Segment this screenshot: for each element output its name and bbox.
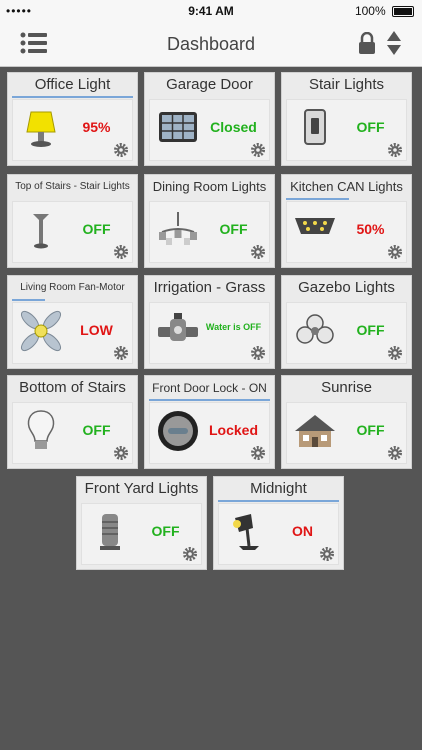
- tile-status: ON: [292, 523, 313, 539]
- tile-body: OFF: [149, 201, 270, 263]
- battery-icon: [392, 6, 414, 18]
- tile-status: OFF: [356, 422, 385, 438]
- tile-underline: [218, 500, 339, 502]
- tile-status: OFF: [82, 422, 111, 438]
- tile-front-door-lock[interactable]: Front Door Lock - ON Locked: [144, 375, 275, 469]
- tile-title: Dining Room Lights: [152, 179, 267, 194]
- tile-title: Bottom of Stairs: [19, 379, 126, 396]
- gear-icon[interactable]: [387, 142, 403, 158]
- gear-icon[interactable]: [113, 142, 129, 158]
- fan-icon: [20, 310, 62, 352]
- gear-icon[interactable]: [319, 546, 335, 562]
- sprinkler-valve-icon: [158, 313, 198, 341]
- tile-underline: [286, 198, 349, 200]
- door-lock-icon: [158, 411, 198, 451]
- garage-door-icon: [159, 112, 197, 142]
- gear-icon[interactable]: [387, 244, 403, 260]
- tile-body: OFF: [286, 302, 407, 364]
- tile-title: Garage Door: [166, 76, 253, 93]
- gear-icon[interactable]: [387, 345, 403, 361]
- gear-icon[interactable]: [113, 445, 129, 461]
- tile-title: Office Light: [34, 76, 111, 93]
- gear-icon[interactable]: [182, 546, 198, 562]
- tile-status: OFF: [219, 221, 248, 237]
- tile-body: 50%: [286, 201, 407, 263]
- status-bar: ••••• 9:41 AM 100%: [0, 0, 422, 22]
- post-light-icon: [100, 514, 120, 550]
- tile-sunrise[interactable]: Sunrise OFF: [281, 375, 412, 469]
- tile-midnight[interactable]: Midnight ON: [213, 476, 344, 570]
- tile-title: Stair Lights: [308, 76, 385, 93]
- tile-title: Kitchen CAN Lights: [290, 179, 403, 194]
- tile-title: Sunrise: [321, 379, 372, 396]
- gear-icon[interactable]: [113, 345, 129, 361]
- tile-bottom-of-stairs[interactable]: Bottom of Stairs OFF: [7, 375, 138, 469]
- gear-icon[interactable]: [387, 445, 403, 461]
- tile-underline: [12, 96, 133, 98]
- tile-body: 95%: [12, 99, 133, 161]
- tile-body: ON: [218, 503, 339, 565]
- lock-icon[interactable]: [358, 32, 376, 54]
- tile-body: OFF: [12, 402, 133, 464]
- nav-bar: Dashboard: [0, 22, 422, 67]
- ceiling-fixture-icon: [296, 314, 334, 344]
- tile-title: Living Room Fan-Motor: [20, 282, 125, 293]
- tile-title: Front Door Lock - ON: [152, 381, 267, 395]
- tile-status: OFF: [82, 221, 111, 237]
- tile-status: 95%: [82, 119, 111, 135]
- tile-status: LOW: [80, 322, 113, 338]
- gear-icon[interactable]: [250, 345, 266, 361]
- tile-status: Locked: [208, 422, 258, 438]
- house-icon: [295, 415, 335, 447]
- tile-status: Closed: [210, 119, 257, 135]
- tile-body: OFF: [81, 503, 202, 565]
- tile-front-yard-lights[interactable]: Front Yard Lights OFF: [76, 476, 207, 570]
- tile-dining-room-lights[interactable]: Dining Room Lights OFF: [144, 174, 275, 268]
- tile-underline: [149, 399, 270, 401]
- tile-body: OFF: [286, 402, 407, 464]
- tile-status: OFF: [356, 119, 385, 135]
- tile-gazebo-lights[interactable]: Gazebo Lights OFF: [281, 275, 412, 369]
- tile-body: OFF: [12, 201, 133, 263]
- bulb-icon: [27, 410, 55, 449]
- battery-percent: 100%: [354, 4, 386, 18]
- gear-icon[interactable]: [250, 244, 266, 260]
- battery-indicator: 100%: [355, 4, 414, 18]
- tile-garage-door[interactable]: Garage Door Closed: [144, 72, 275, 166]
- lamp-icon: [26, 111, 56, 147]
- tile-status: Water is OFF: [205, 322, 262, 332]
- gear-icon[interactable]: [113, 244, 129, 260]
- tile-body: Locked: [149, 402, 270, 464]
- tile-title: Gazebo Lights: [298, 279, 395, 296]
- tile-title: Irrigation - Grass: [153, 279, 266, 296]
- tile-kitchen-can-lights[interactable]: Kitchen CAN Lights 50%: [281, 174, 412, 268]
- tile-status: 50%: [356, 221, 385, 237]
- gear-icon[interactable]: [250, 142, 266, 158]
- tile-body: Closed: [149, 99, 270, 161]
- gear-icon[interactable]: [250, 445, 266, 461]
- tile-irrigation-grass[interactable]: Irrigation - Grass Water is OFF: [144, 275, 275, 369]
- tile-body: Water is OFF: [149, 302, 270, 364]
- tile-underline: [12, 299, 45, 301]
- wall-switch-icon: [304, 109, 326, 145]
- tile-stair-lights[interactable]: Stair Lights OFF: [281, 72, 412, 166]
- tile-body: LOW: [12, 302, 133, 364]
- sort-icon[interactable]: [386, 30, 402, 56]
- tile-top-of-stairs[interactable]: Top of Stairs - Stair Lights OFF: [7, 174, 138, 268]
- tile-living-room-fan[interactable]: Living Room Fan-Motor LOW: [7, 275, 138, 369]
- tile-body: OFF: [286, 99, 407, 161]
- tile-status: OFF: [151, 523, 180, 539]
- tile-title: Midnight: [250, 480, 307, 497]
- floor-lamp-icon: [33, 214, 49, 249]
- tile-status: OFF: [356, 322, 385, 338]
- tile-office-light[interactable]: Office Light 95%: [7, 72, 138, 166]
- can-lights-icon: [295, 218, 335, 234]
- tile-title: Front Yard Lights: [84, 480, 199, 497]
- spotlight-icon: [233, 514, 259, 550]
- chandelier-icon: [159, 212, 197, 245]
- tile-title: Top of Stairs - Stair Lights: [15, 181, 130, 192]
